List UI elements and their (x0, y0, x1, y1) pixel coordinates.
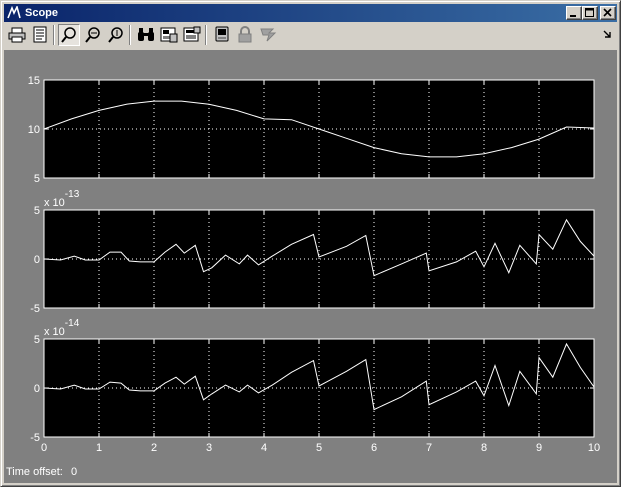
ytick-label: 0 (34, 383, 40, 395)
ytick-label: 5 (34, 205, 40, 217)
zoom-y-icon (108, 27, 123, 43)
plot-area: 5 10 15 -5 0 5 x 10-13 0 1 2 3 4 5 6 7 8 9 10 -5 0 5 x 10-14 (4, 50, 617, 463)
scope-plots: 51015-505x 10-130 1 2 3 4 5 6 7 8 9 10-505x 10-14 (28, 75, 600, 454)
autoscale-button[interactable] (135, 24, 157, 46)
xtick-label: 7 (426, 442, 432, 454)
axis-exponent: x 10-14 (44, 318, 80, 338)
lock-icon (238, 26, 252, 43)
time-offset-label: Time offset: (6, 466, 63, 478)
ytick-label: 5 (34, 173, 40, 185)
toolbar (4, 23, 617, 49)
xtick-label: 9 (536, 442, 542, 454)
minimize-button[interactable] (566, 6, 582, 20)
close-icon (603, 8, 612, 17)
xtick-label: 2 (151, 442, 157, 454)
time-offset-value: 0 (71, 466, 78, 478)
xtick-label: 0 (41, 442, 47, 454)
printer-icon (8, 27, 26, 43)
status-bar: Time offset: 0 (4, 463, 617, 483)
title-bar[interactable]: Scope (4, 4, 617, 22)
xtick-label: 8 (481, 442, 487, 454)
xtick-label: 1 (96, 442, 102, 454)
ytick-label: 15 (28, 75, 40, 87)
signal-selection-icon (260, 28, 277, 42)
xtick-label: 10 (588, 442, 600, 454)
ytick-label: 10 (28, 124, 40, 136)
print-button[interactable] (6, 24, 28, 46)
toolbar-separator (129, 25, 131, 45)
floating-scope-button[interactable] (211, 24, 233, 46)
window-title: Scope (25, 7, 59, 19)
parameters-button[interactable] (29, 24, 51, 46)
ytick-label: -5 (30, 432, 40, 444)
ytick-label: 5 (34, 334, 40, 346)
xtick-label: 5 (316, 442, 322, 454)
restore-axes-button[interactable] (181, 24, 203, 46)
scope-window: Scope 5 10 15 -5 0 5 x 10-13 0 1 2 3 4 5… (0, 0, 621, 487)
minimize-icon (570, 15, 576, 17)
maximize-button[interactable] (582, 6, 598, 20)
zoom-x-icon (85, 27, 100, 43)
zoom-y-button[interactable] (105, 24, 127, 46)
binoculars-icon (138, 28, 154, 41)
restore-axes-icon (183, 26, 201, 42)
xtick-label: 3 (206, 442, 212, 454)
lock-axes-button[interactable] (234, 24, 256, 46)
close-button[interactable] (600, 6, 616, 20)
xtick-label: 4 (261, 442, 267, 454)
dock-arrow-icon[interactable] (601, 28, 613, 40)
maximize-icon (585, 8, 594, 17)
ytick-label: 0 (34, 254, 40, 266)
save-axes-icon (160, 27, 178, 43)
toolbar-separator (205, 25, 207, 45)
xtick-label: 6 (371, 442, 377, 454)
zoom-button[interactable] (58, 24, 80, 46)
ytick-label: -5 (30, 303, 40, 315)
toolbar-separator (53, 25, 55, 45)
signal-selection-button[interactable] (257, 24, 279, 46)
axis-exponent: x 10-13 (44, 189, 80, 209)
scope-app-icon (7, 6, 21, 19)
save-axes-button[interactable] (158, 24, 180, 46)
floating-scope-icon (215, 26, 229, 42)
parameters-icon (33, 26, 47, 43)
zoom-x-button[interactable] (82, 24, 104, 46)
zoom-icon (61, 27, 76, 43)
